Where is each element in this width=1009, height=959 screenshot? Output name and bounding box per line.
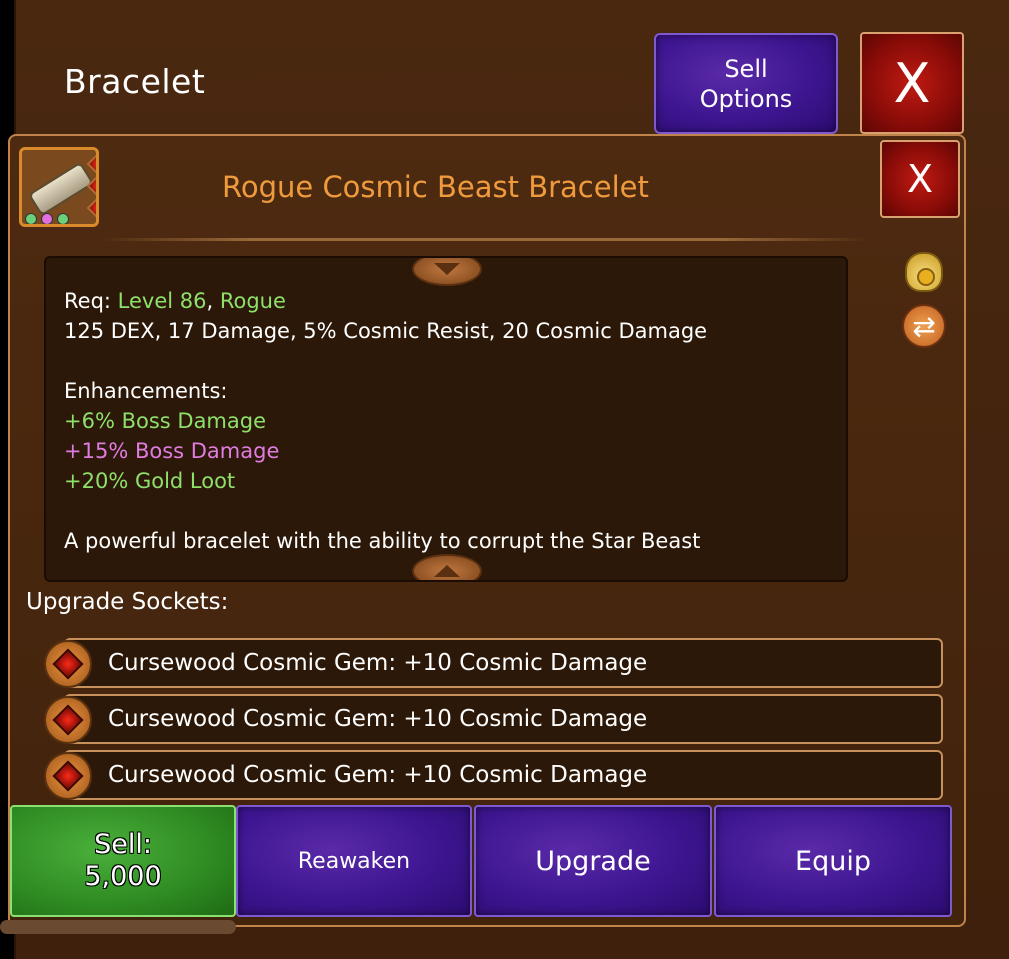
horizontal-scrollbar[interactable] <box>0 920 236 934</box>
enhancement-dot <box>25 213 37 224</box>
item-name: Rogue Cosmic Beast Bracelet <box>222 170 649 204</box>
sell-price: 5,000 <box>84 861 162 892</box>
sell-label: Sell: <box>94 829 152 860</box>
stats-line: 125 DEX, 17 Damage, 5% Cosmic Resist, 20… <box>64 319 708 343</box>
item-flavor-text: A powerful bracelet with the ability to … <box>64 529 701 553</box>
sell-button[interactable]: Sell: 5,000 <box>10 805 236 917</box>
socket-text: Cursewood Cosmic Gem: +10 Cosmic Damage <box>108 650 648 676</box>
socket-row[interactable]: Cursewood Cosmic Gem: +10 Cosmic Damage <box>64 694 943 744</box>
upgrade-sockets-label: Upgrade Sockets: <box>26 589 229 615</box>
close-icon: X <box>893 51 931 115</box>
loot-bag-icon[interactable] <box>900 250 948 294</box>
enhancement-1: +6% Boss Damage <box>64 409 267 433</box>
requirements-line: Req: Level 86, Rogue <box>64 289 286 313</box>
window-close-button[interactable]: X <box>860 32 964 134</box>
reawaken-button[interactable]: Reawaken <box>236 805 472 917</box>
socket-row[interactable]: Cursewood Cosmic Gem: +10 Cosmic Damage <box>64 638 943 688</box>
bracelet-icon <box>19 147 99 227</box>
gem-icon <box>86 152 96 176</box>
cosmic-gem-icon <box>44 640 92 688</box>
socket-row[interactable]: Cursewood Cosmic Gem: +10 Cosmic Damage <box>64 750 943 800</box>
sell-options-button[interactable]: Sell Options <box>654 33 838 134</box>
enhancement-dot <box>57 213 69 224</box>
cosmic-gem-icon <box>44 752 92 800</box>
gem-icon <box>86 196 96 220</box>
sell-options-label-1: Sell <box>724 54 768 83</box>
socket-text: Cursewood Cosmic Gem: +10 Cosmic Damage <box>108 762 648 788</box>
close-icon: X <box>906 157 934 201</box>
enhancement-3: +20% Gold Loot <box>64 469 236 493</box>
upgrade-button[interactable]: Upgrade <box>474 805 712 917</box>
enhancement-dot <box>41 213 53 224</box>
item-description-text: Req: Level 86, Rogue 125 DEX, 17 Damage,… <box>64 286 834 556</box>
req-class: Rogue <box>219 289 286 313</box>
enhancement-2: +15% Boss Damage <box>64 439 280 463</box>
cosmic-gem-icon <box>44 696 92 744</box>
sell-options-label-2: Options <box>699 84 793 113</box>
item-description-box[interactable]: Req: Level 86, Rogue 125 DEX, 17 Damage,… <box>44 256 848 582</box>
swap-icon[interactable]: ⇄ <box>900 304 948 348</box>
req-level: Level 86 <box>117 289 207 313</box>
scroll-down-arrow-icon[interactable] <box>412 258 482 286</box>
item-close-button[interactable]: X <box>880 140 960 218</box>
title-divider <box>100 238 870 241</box>
enhancements-label: Enhancements: <box>64 379 228 403</box>
equip-button[interactable]: Equip <box>714 805 952 917</box>
socket-text: Cursewood Cosmic Gem: +10 Cosmic Damage <box>108 706 648 732</box>
window-title: Bracelet <box>64 62 206 101</box>
scroll-up-arrow-icon[interactable] <box>412 554 482 580</box>
bracelet-band <box>27 161 95 217</box>
